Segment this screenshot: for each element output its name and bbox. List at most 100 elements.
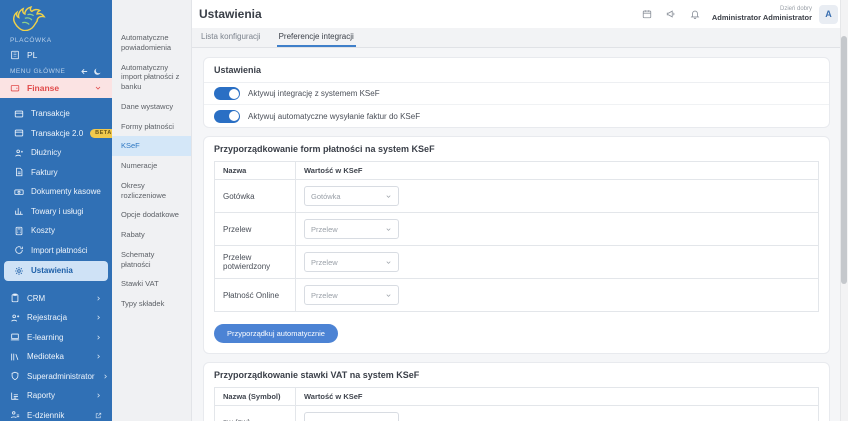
ksef-value-select-przelew[interactable]: Przelew: [304, 219, 399, 239]
chevron-down-icon: [386, 293, 391, 297]
sidebar-item-rejestracja[interactable]: Rejestracja: [0, 308, 112, 328]
dark-mode-moon-icon[interactable]: [93, 67, 102, 76]
column-header-wartosc: Wartość w KSeF: [295, 387, 819, 406]
toggle-switch-on[interactable]: [214, 109, 240, 123]
submenu-item-numeracje[interactable]: Numeracje: [112, 156, 191, 176]
table-row: Gotówka Gotówka: [214, 179, 819, 213]
sidebar-item-koszty[interactable]: Koszty: [0, 221, 112, 241]
submenu-item-automatyczny-import[interactable]: Automatyczny import płatności z banku: [112, 58, 191, 97]
submenu-item-schematy-platnosci[interactable]: Schematy płatności: [112, 245, 191, 275]
toggle-label: Aktywuj integrację z systemem KSeF: [248, 89, 380, 98]
sidebar-item-e-learning[interactable]: E-learning: [0, 328, 112, 348]
submenu-item-ksef[interactable]: KSeF: [112, 136, 191, 156]
column-header-wartosc: Wartość w KSeF: [295, 161, 819, 180]
sidebar-item-label: CRM: [27, 293, 46, 303]
sidebar-item-import-platnosci[interactable]: Import płatności: [0, 241, 112, 261]
sidebar-item-crm[interactable]: CRM: [0, 289, 112, 309]
submenu-item-automatyczne-powiadomienia[interactable]: Automatyczne powiadomienia: [112, 28, 191, 58]
submenu-item-formy-platnosci[interactable]: Formy płatności: [112, 117, 191, 137]
settings-tabbar: Lista konfiguracji Preferencje integracj…: [192, 28, 848, 48]
sidebar-item-towary-i-uslugi[interactable]: Towary i usługi: [0, 202, 112, 222]
table-row: zw (zw) zw: [214, 405, 819, 421]
cash-document-icon: [14, 187, 24, 197]
toggle-row-integration[interactable]: Aktywuj integrację z systemem KSeF: [204, 83, 829, 105]
chevron-down-icon: [94, 84, 102, 92]
sidebar-item-transakcje[interactable]: Transakcje: [0, 104, 112, 124]
e-diary-icon: [10, 410, 20, 420]
avatar[interactable]: A: [819, 4, 838, 24]
select-value: zw: [311, 418, 320, 421]
sidebar-item-e-dziennik[interactable]: E-dziennik: [0, 406, 112, 421]
table-row: Płatność Online Przelew: [214, 278, 819, 312]
reports-icon: [10, 391, 20, 401]
submenu-item-typy-skladek[interactable]: Typy składek: [112, 294, 191, 314]
org-name: PL: [27, 50, 38, 60]
wallet-icon: [10, 83, 20, 93]
shield-icon: [10, 371, 20, 381]
sidebar-item-label: E-dziennik: [27, 410, 65, 420]
sidebar-item-dluznicy[interactable]: Dłużnicy: [0, 143, 112, 163]
sidebar-item-dokumenty-kasowe[interactable]: Dokumenty kasowe: [0, 182, 112, 202]
toggle-switch-on[interactable]: [214, 87, 240, 100]
sidebar-item-label: Transakcje 2.0: [31, 128, 84, 138]
chevron-right-icon: [95, 314, 102, 321]
laptop-icon: [10, 332, 20, 342]
submenu-item-dane-wystawcy[interactable]: Dane wystawcy: [112, 97, 191, 117]
library-books-icon: [10, 352, 20, 362]
select-value: Gotówka: [311, 191, 341, 201]
collapse-sidebar-icon[interactable]: [80, 67, 89, 76]
ksef-value-select-platnosc-online[interactable]: Przelew: [304, 285, 399, 305]
import-refresh-icon: [14, 245, 24, 255]
chevron-right-icon: [95, 392, 102, 399]
sidebar-item-medioteka[interactable]: Medioteka: [0, 347, 112, 367]
sidebar-item-label: E-learning: [27, 332, 64, 342]
sidebar-item-label: Import płatności: [31, 245, 88, 255]
sidebar-item-faktury[interactable]: Faktury: [0, 163, 112, 183]
sidebar-item-raporty[interactable]: Raporty: [0, 386, 112, 406]
ksef-value-select-przelew-potwierdzony[interactable]: Przelew: [304, 252, 399, 272]
crm-clipboard-icon: [10, 293, 20, 303]
ksef-value-select-zw[interactable]: zw: [304, 412, 399, 421]
vertical-scrollbar[interactable]: [840, 0, 848, 421]
sidebar-item-label: Dłużnicy: [31, 148, 62, 158]
payment-name: Przelew potwierdzony: [214, 245, 296, 279]
toggle-row-auto-send[interactable]: Aktywuj automatyczne wysyłanie faktur do…: [204, 105, 829, 127]
sidebar-item-ustawienia[interactable]: Ustawienia: [4, 261, 108, 281]
sidebar-item-transakcje-2-0[interactable]: Transakcje 2.0 BETA: [0, 124, 112, 144]
card-title: Przyporządkowanie stawki VAT na system K…: [214, 370, 420, 380]
megaphone-icon[interactable]: [666, 9, 676, 19]
tab-lista-konfiguracji[interactable]: Lista konfiguracji: [199, 28, 263, 47]
ksef-settings-card: Ustawienia Aktywuj integrację z systemem…: [203, 57, 830, 128]
sidebar-item-label: Finanse: [27, 83, 60, 93]
submenu-item-opcje-dodatkowe[interactable]: Opcje dodatkowe: [112, 205, 191, 225]
submenu-item-okresy-rozliczeniowe[interactable]: Okresy rozliczeniowe: [112, 176, 191, 206]
sidebar-item-superadministrator[interactable]: Superadministrator: [0, 367, 112, 387]
sidebar-item-label: Dokumenty kasowe: [31, 187, 101, 197]
bell-icon[interactable]: [690, 9, 700, 19]
tab-preferencje-integracji[interactable]: Preferencje integracji: [276, 28, 356, 47]
vat-mapping-card: Przyporządkowanie stawki VAT na system K…: [203, 362, 830, 421]
chevron-right-icon: [95, 295, 102, 302]
ksef-value-select-gotowka[interactable]: Gotówka: [304, 186, 399, 206]
user-name: Administrator Administrator: [711, 13, 812, 23]
user-greeting: Dzień dobry Administrator Administrator: [712, 6, 812, 23]
main-header: Ustawienia Dzień dobry Administrator Adm…: [192, 0, 848, 28]
submenu-item-stawki-vat[interactable]: Stawki VAT: [112, 274, 191, 294]
sidebar-item-label: Koszty: [31, 226, 56, 236]
page-title: Ustawienia: [199, 7, 262, 21]
select-value: Przelew: [311, 224, 338, 234]
vat-name: zw (zw): [214, 405, 296, 421]
auto-assign-button[interactable]: Przyporządkuj automatycznie: [214, 324, 338, 343]
sidebar-item-finanse[interactable]: Finanse: [0, 78, 112, 98]
main-menu-label: MENU GŁÓWNE: [10, 68, 66, 75]
calendar-icon[interactable]: [642, 9, 652, 19]
scrollbar-thumb[interactable]: [841, 36, 847, 284]
submenu-item-rabaty[interactable]: Rabaty: [112, 225, 191, 245]
toggle-label: Aktywuj automatyczne wysyłanie faktur do…: [248, 111, 421, 121]
costs-calculator-icon: [14, 226, 24, 236]
sidebar-item-label: Rejestracja: [27, 313, 68, 323]
org-section-label: PLACÓWKA: [10, 37, 52, 44]
select-value: Przelew: [311, 257, 338, 267]
beta-badge: BETA: [90, 128, 112, 138]
org-item[interactable]: PL: [0, 46, 112, 64]
